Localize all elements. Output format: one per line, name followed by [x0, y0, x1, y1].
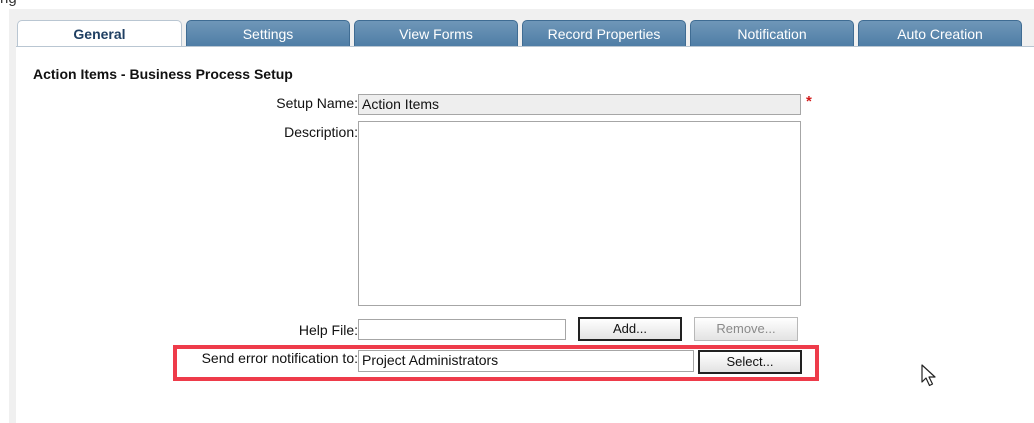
send-error-field[interactable]: Project Administrators	[358, 350, 694, 372]
required-asterisk: *	[806, 93, 812, 110]
description-label: Description:	[284, 124, 358, 140]
page-header-fragment: ng	[0, 0, 17, 6]
tab-general[interactable]: General	[17, 20, 182, 46]
tab-bar: General Settings View Forms Record Prope…	[17, 20, 1034, 46]
help-file-label: Help File:	[298, 322, 358, 338]
help-file-field[interactable]	[358, 319, 566, 340]
add-button[interactable]: Add...	[578, 317, 682, 341]
header-text-fragment: ng	[0, 0, 17, 7]
select-button[interactable]: Select...	[698, 350, 802, 374]
description-textarea[interactable]	[358, 121, 801, 306]
tab-settings[interactable]: Settings	[186, 20, 350, 46]
setup-name-label: Setup Name:	[276, 95, 358, 111]
setup-name-field[interactable]: Action Items	[358, 94, 801, 115]
mouse-cursor-icon	[921, 364, 941, 393]
tab-view-forms[interactable]: View Forms	[354, 20, 518, 46]
tab-record-properties[interactable]: Record Properties	[522, 20, 686, 46]
page-title: Action Items - Business Process Setup	[33, 66, 293, 82]
tab-notification[interactable]: Notification	[690, 20, 854, 46]
send-error-label: Send error notification to:	[201, 350, 358, 366]
tab-auto-creation[interactable]: Auto Creation	[858, 20, 1022, 46]
remove-button[interactable]: Remove...	[694, 317, 798, 341]
